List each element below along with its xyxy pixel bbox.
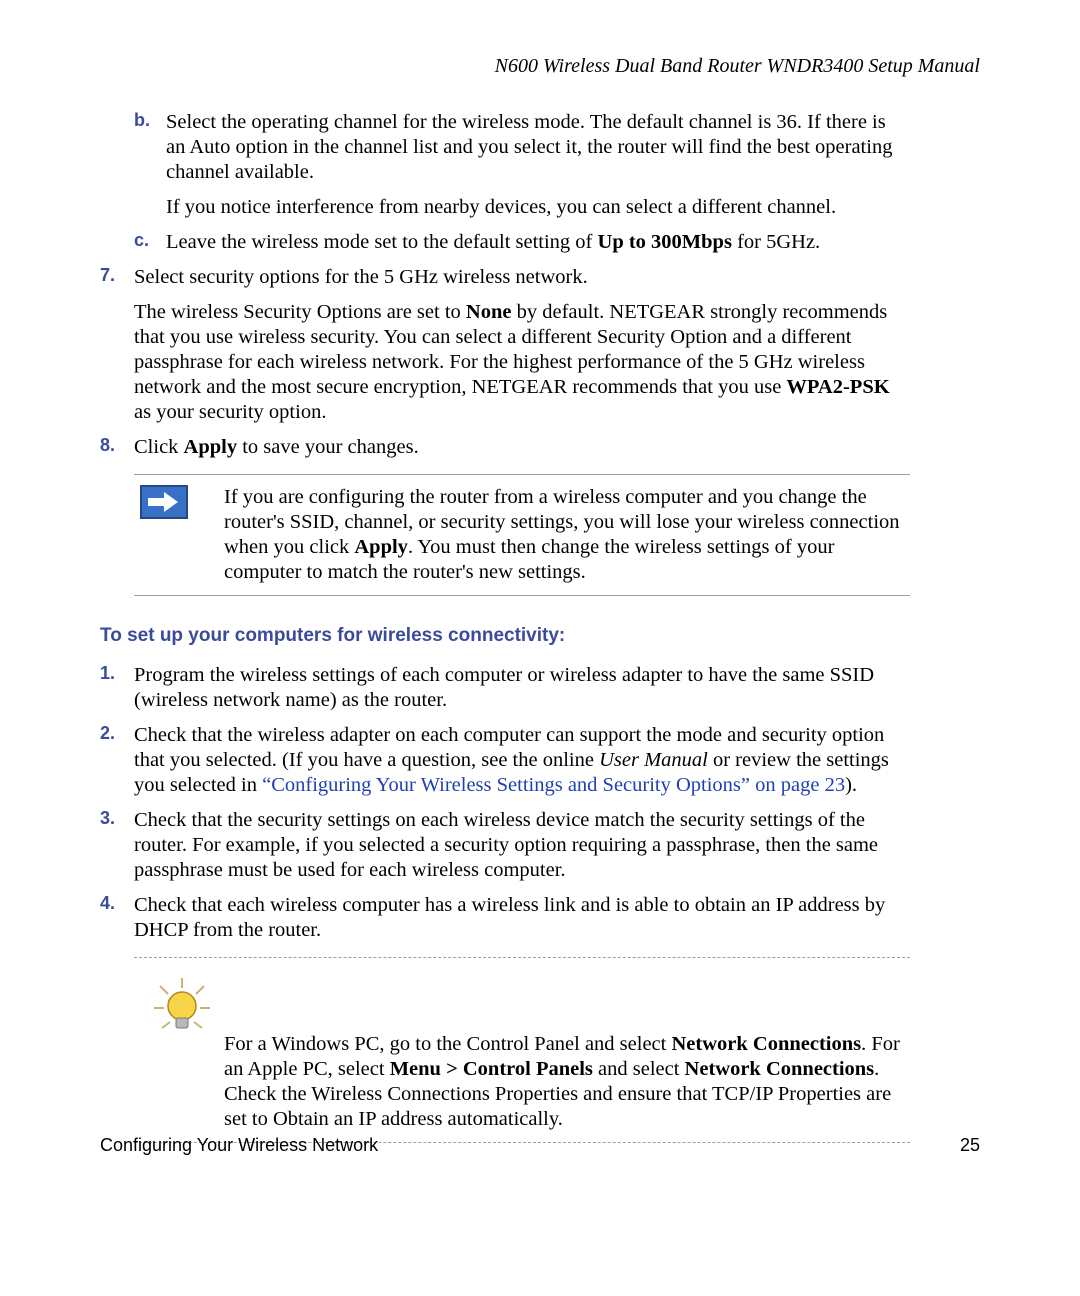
step-8: 8. Click Apply to save your changes. (100, 435, 910, 460)
note-body: If you are configuring the router from a… (224, 485, 900, 585)
tip-l2-b2: Network Connections (685, 1058, 875, 1080)
substep-c-pre: Leave the wireless mode set to the defau… (166, 231, 598, 253)
comp-step-2-post: ). (845, 774, 857, 796)
page-footer: Configuring Your Wireless Network 25 (100, 1135, 980, 1156)
page: N600 Wireless Dual Band Router WNDR3400 … (0, 0, 1080, 1296)
step-8-pre: Click (134, 436, 184, 458)
tip-l1-pre: For a Windows PC, go to the Control Pane… (224, 1033, 671, 1055)
tip-l3: Check the Wireless Connections Propertie… (224, 1083, 891, 1130)
substep-c: c. Leave the wireless mode set to the de… (134, 230, 910, 255)
lightbulb-tip-icon (150, 976, 214, 1040)
substep-c-post: for 5GHz. (732, 231, 820, 253)
step-8-text: Click Apply to save your changes. (134, 435, 910, 460)
comp-step-3-number: 3. (100, 808, 130, 830)
tip-l2-b1: Menu > Control Panels (390, 1058, 593, 1080)
step-7-p2: The wireless Security Options are set to… (134, 300, 910, 425)
step-7-p2-wpa2: WPA2-PSK (786, 376, 889, 398)
cross-reference-link[interactable]: “Configuring Your Wireless Settings and … (262, 774, 845, 796)
substep-b-label: b. (134, 110, 162, 132)
arrow-right-icon (140, 485, 188, 519)
comp-step-2-text: Check that the wireless adapter on each … (134, 723, 910, 798)
substep-c-text: Leave the wireless mode set to the defau… (166, 230, 910, 255)
comp-step-2-usermanual: User Manual (599, 749, 708, 771)
comp-step-4: 4. Check that each wireless computer has… (100, 893, 910, 943)
substep-b: b. Select the operating channel for the … (134, 110, 910, 220)
tip-body: For a Windows PC, go to the Control Pane… (224, 1032, 900, 1132)
step-7-number: 7. (100, 265, 130, 287)
comp-step-1-number: 1. (100, 663, 130, 685)
section-heading: To set up your computers for wireless co… (100, 624, 910, 647)
footer-section-title: Configuring Your Wireless Network (100, 1135, 378, 1156)
footer-page-number: 25 (960, 1135, 980, 1156)
substep-b-p2: If you notice interference from nearby d… (166, 195, 910, 220)
tip-l2-post: . (874, 1058, 879, 1080)
substep-b-p1: Select the operating channel for the wir… (166, 110, 910, 185)
note-callout: If you are configuring the router from a… (134, 474, 910, 596)
step-8-apply: Apply (184, 436, 238, 458)
substep-c-bold: Up to 300Mbps (598, 231, 732, 253)
substep-c-label: c. (134, 230, 162, 252)
comp-step-2-number: 2. (100, 723, 130, 745)
comp-step-3-text: Check that the security settings on each… (134, 808, 910, 883)
step-7-p2-post: as your security option. (134, 401, 326, 423)
step-7: 7. Select security options for the 5 GHz… (100, 265, 910, 425)
comp-step-4-number: 4. (100, 893, 130, 915)
step-7-p2-pre: The wireless Security Options are set to (134, 301, 466, 323)
tip-l1-bold: Network Connections (671, 1033, 861, 1055)
step-7-p2-none: None (466, 301, 512, 323)
comp-step-2: 2. Check that the wireless adapter on ea… (100, 723, 910, 798)
step-8-number: 8. (100, 435, 130, 457)
page-content: b. Select the operating channel for the … (100, 110, 910, 1157)
tip-l2-mid: and select (593, 1058, 685, 1080)
comp-step-3: 3. Check that the security settings on e… (100, 808, 910, 883)
arrow-note-icon (140, 483, 196, 539)
comp-step-1: 1. Program the wireless settings of each… (100, 663, 910, 713)
comp-step-4-text: Check that each wireless computer has a … (134, 893, 910, 943)
running-header: N600 Wireless Dual Band Router WNDR3400 … (495, 55, 980, 78)
step-8-post: to save your changes. (237, 436, 419, 458)
note-apply-bold: Apply (354, 536, 408, 558)
tip-callout: For a Windows PC, go to the Control Pane… (134, 957, 910, 1143)
comp-step-1-text: Program the wireless settings of each co… (134, 663, 910, 713)
step-7-p1: Select security options for the 5 GHz wi… (134, 265, 910, 290)
